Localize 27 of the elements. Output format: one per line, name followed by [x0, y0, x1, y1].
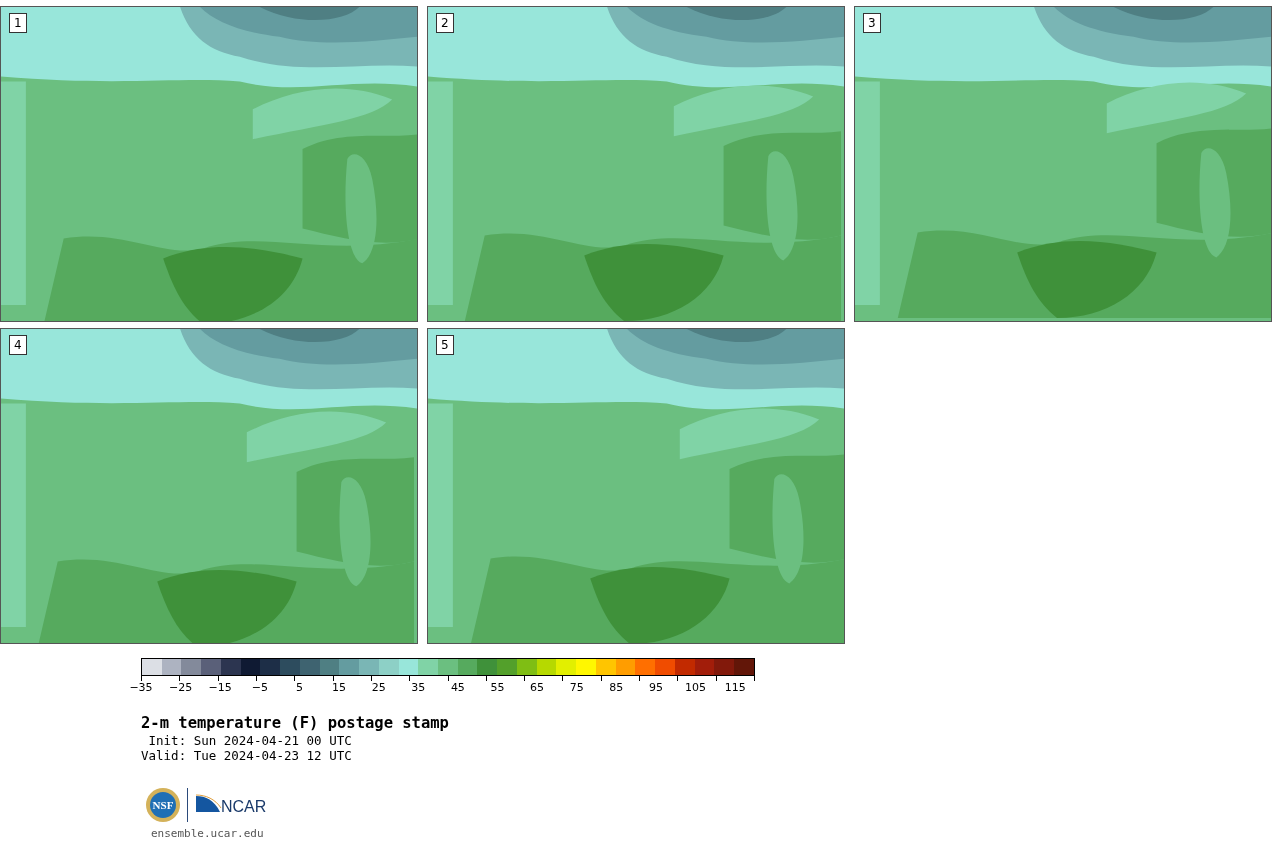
tick-label: 45: [450, 681, 465, 694]
tick-label: −15: [208, 681, 232, 694]
panel-number: 2: [436, 13, 454, 33]
tick-label: 115: [724, 681, 746, 694]
tick-label: −35: [129, 681, 153, 694]
tick-label: 95: [648, 681, 663, 694]
tick-label: 25: [371, 681, 386, 694]
panel-number: 4: [9, 335, 27, 355]
valid-time: Valid: Tue 2024-04-23 12 UTC: [141, 748, 353, 763]
tick-label: 65: [530, 681, 545, 694]
tick-label: 35: [411, 681, 426, 694]
nsf-logo: NSF: [145, 787, 181, 823]
tick-label: 105: [685, 681, 707, 694]
website-link[interactable]: ensemble.ucar.edu: [151, 827, 1280, 840]
panel-number: 3: [863, 13, 881, 33]
tick-label: 85: [609, 681, 624, 694]
tick-label: −25: [169, 681, 193, 694]
tick-label: 75: [569, 681, 584, 694]
tick-label: 55: [490, 681, 505, 694]
panel-number: 5: [436, 335, 454, 355]
ncar-logo: NCAR: [194, 794, 270, 816]
tick-label: 15: [332, 681, 347, 694]
init-time: Init: Sun 2024-04-21 00 UTC: [147, 733, 353, 748]
tick-label: −5: [251, 681, 268, 694]
chart-title: 2-m temperature (F) postage stamp: [141, 714, 450, 733]
panel-number: 1: [9, 13, 27, 33]
tick-label: 5: [295, 681, 303, 694]
